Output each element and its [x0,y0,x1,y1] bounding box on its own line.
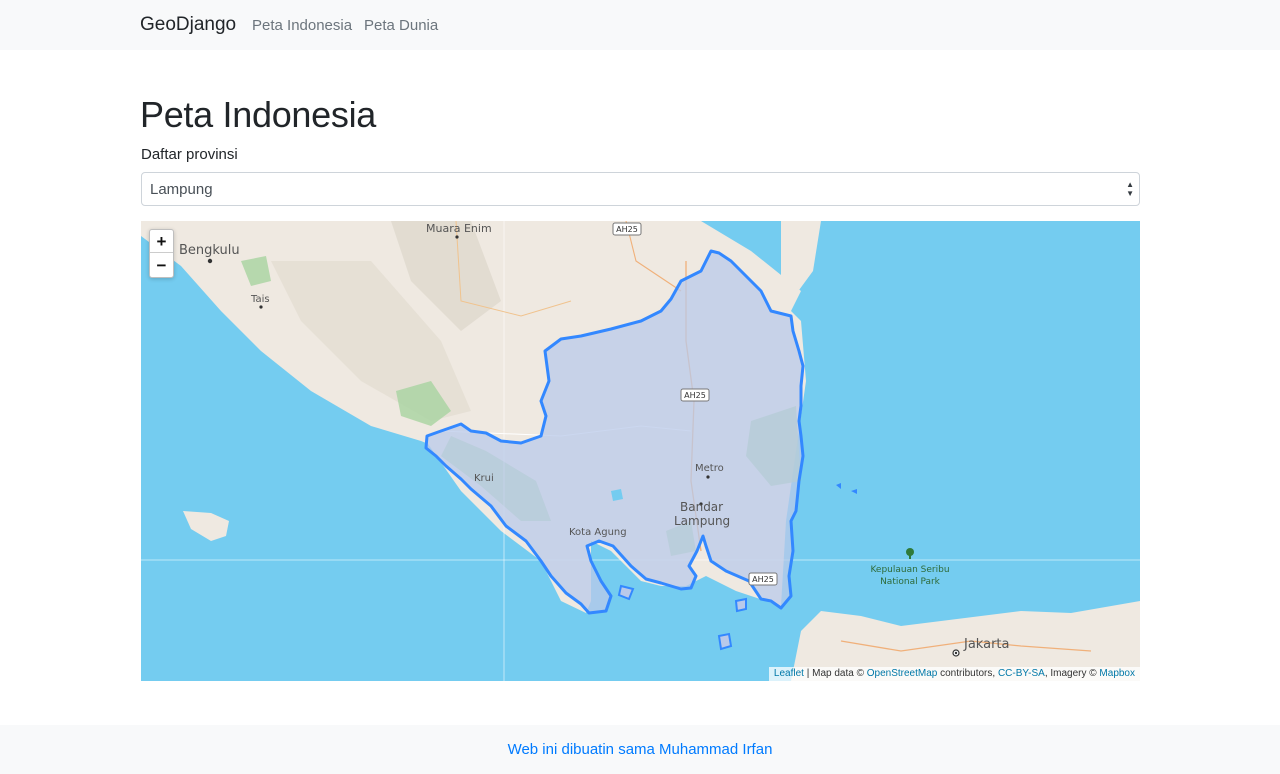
label-muara-enim: Muara Enim [426,222,492,235]
map-tiles: AH25 AH25 AH25 Bengkulu Tais Muara Enim … [141,221,1140,681]
attribution-imagery: , Imagery © [1044,668,1097,679]
page-title: Peta Indonesia [140,94,376,135]
attribution-contributors: contributors, [940,668,996,679]
attribution-mapbox-link[interactable]: Mapbox [1099,668,1135,679]
nav-link-peta-indonesia[interactable]: Peta Indonesia [252,17,352,34]
label-kepulauan-seribu: Kepulauan Seribu [870,565,949,575]
label-jakarta: Jakarta [963,637,1009,652]
label-metro: Metro [695,463,724,474]
enggano-island [183,511,229,541]
zoom-out-button[interactable]: − [150,254,173,277]
label-bandar: Bandar [680,500,723,514]
label-lampung: Lampung [674,514,730,528]
east-coast-land [781,221,821,301]
label-kota-agung: Kota Agung [569,527,627,538]
province-select-value: Lampung [150,181,213,198]
road-shield-2: AH25 [684,391,706,400]
navbar-brand[interactable]: GeoDjango [140,14,236,36]
attribution-osm-link[interactable]: OpenStreetMap [867,668,938,679]
map-container[interactable]: AH25 AH25 AH25 Bengkulu Tais Muara Enim … [141,221,1140,681]
footer-credit-link[interactable]: Web ini dibuatin sama Muhammad Irfan [0,741,1280,758]
park-tree-icon [906,548,914,556]
attribution-leaflet-link[interactable]: Leaflet [774,668,804,679]
label-national-park: National Park [880,577,941,587]
label-bengkulu: Bengkulu [179,243,240,258]
attribution-map-data: | Map data © [806,668,864,679]
zoom-control: + − [149,229,174,278]
road-shield-3: AH25 [752,575,774,584]
road-shield-1: AH25 [616,225,638,234]
label-krui: Krui [474,473,494,484]
map-attribution: Leaflet | Map data © OpenStreetMap contr… [768,667,1140,681]
province-select-label: Daftar provinsi [141,146,238,163]
footer: Web ini dibuatin sama Muhammad Irfan [0,725,1280,774]
navbar: GeoDjango Peta Indonesia Peta Dunia [0,0,1280,50]
zoom-in-button[interactable]: + [150,230,173,253]
province-select[interactable]: Lampung ▲ ▼ [141,172,1140,206]
nav-link-peta-dunia[interactable]: Peta Dunia [364,17,438,34]
label-tais: Tais [250,294,270,305]
select-arrows-icon: ▲ ▼ [1126,180,1134,198]
attribution-license-link[interactable]: CC-BY-SA [998,668,1045,679]
